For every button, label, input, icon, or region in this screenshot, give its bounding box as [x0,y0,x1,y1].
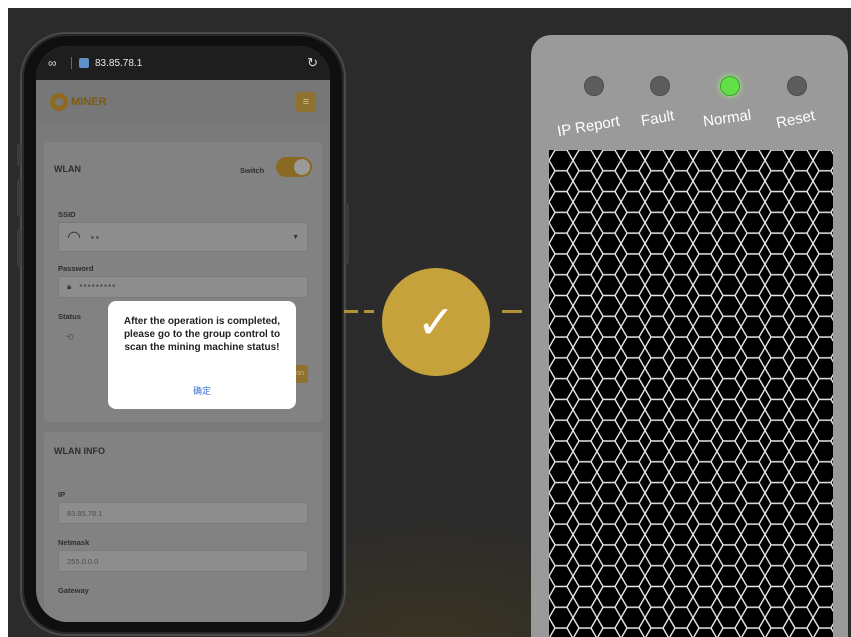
wlan-info-card: WLAN INFO IP 83.85.78.1 Netmask 255.0.0.… [44,432,322,622]
reload-icon[interactable]: ↻ [307,55,318,71]
ssid-label: SSID [58,210,76,219]
dialog-confirm-button[interactable]: 确定 [108,384,296,397]
wifi-icon: ◠ [67,229,81,246]
phone-volume-down [17,229,21,267]
lock-icon: 🔒︎ [67,282,72,291]
honeycomb-grille [549,150,833,637]
app-header: MINER ≡ [36,80,330,124]
phone-power-button [345,204,349,264]
incognito-icon[interactable]: ∞ [48,57,64,69]
check-glyph: ✓ [416,296,456,348]
normal-label: Normal [702,106,753,131]
gateway-label: Gateway [58,586,89,595]
netmask-label: Netmask [58,538,90,547]
password-label: Password [58,264,94,273]
connector-dash [344,310,358,313]
illustration-scene: ∞ 83.85.78.1 ↻ MINER ≡ WLAN Switch SSID [8,8,851,637]
ip-report-led [584,76,604,96]
phone-device: ∞ 83.85.78.1 ↻ MINER ≡ WLAN Switch SSID [17,34,349,634]
browser-bar: ∞ 83.85.78.1 ↻ [36,46,330,80]
phone-side-button [17,144,21,166]
password-field[interactable]: 🔒︎ ********* [58,276,308,298]
confirm-dialog: After the operation is completed, please… [108,301,296,409]
connector-dash [364,310,374,313]
logo-mark-icon [50,93,68,111]
normal-led [720,76,740,96]
chevron-down-icon: ▼ [292,233,299,241]
wlan-info-title: WLAN INFO [54,446,105,456]
separator [71,57,72,69]
wlan-switch[interactable] [276,157,312,177]
mining-machine: IP Report Fault Normal Reset [531,35,848,637]
logo: MINER [50,93,106,111]
dialog-message: After the operation is completed, please… [123,316,281,353]
site-icon [79,58,89,68]
wlan-title: WLAN [54,164,81,174]
check-icon: ✓ [378,264,494,380]
phone-volume-up [17,179,21,217]
phone-screen: ∞ 83.85.78.1 ↻ MINER ≡ WLAN Switch SSID [36,46,330,622]
reset-label: Reset [774,107,817,132]
ssid-select[interactable]: ◠ ▪ ▪ ▼ [58,222,308,252]
fault-label: Fault [639,107,676,130]
ip-field[interactable]: 83.85.78.1 [58,502,308,524]
ip-label: IP [58,490,66,499]
status-label: Status [58,312,81,321]
netmask-field[interactable]: 255.0.0.0 [58,550,308,572]
logo-text: MINER [71,96,107,108]
fault-led [650,76,670,96]
reset-led [787,76,807,96]
connector-dash [502,310,522,313]
ssid-value: ▪ ▪ [90,232,99,242]
status-icon: ⟲ [66,332,74,342]
password-value: ********* [79,282,117,292]
menu-button[interactable]: ≡ [296,92,316,112]
ip-report-label: IP Report [556,112,622,141]
url-text[interactable]: 83.85.78.1 [95,58,307,69]
switch-label: Switch [240,166,265,175]
